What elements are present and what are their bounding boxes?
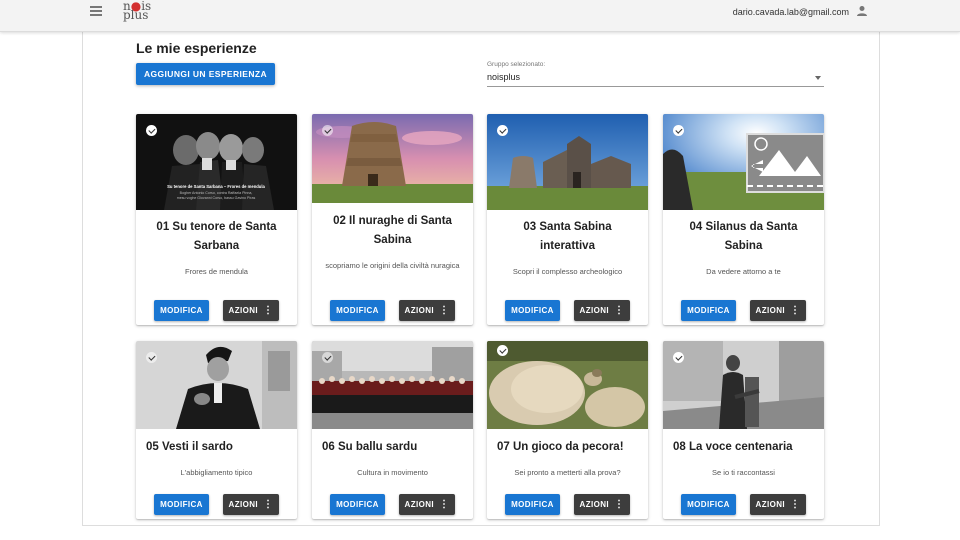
more-vert-icon: ⋮	[439, 305, 450, 316]
chevron-down-icon	[815, 76, 821, 80]
more-vert-icon: ⋮	[614, 499, 625, 510]
actions-button[interactable]: AZIONI ⋮	[574, 494, 630, 515]
edit-button[interactable]: MODIFICA	[681, 494, 736, 515]
experience-card: Su tenore de Santa Sarbana – Frores de m…	[136, 114, 297, 325]
app-toolbar: n●is plus dario.cavada.lab@gmail.com	[0, 0, 960, 32]
image-caption-line2: Bogher Antonio Corso, contra Raffaela Pi…	[180, 191, 253, 195]
card-title: 01 Su tenore de Santa Sarbana	[156, 221, 277, 252]
actions-label: AZIONI	[404, 306, 435, 315]
card-subtitle: Scopri il complesso archeologico	[512, 267, 623, 276]
more-vert-icon: ⋮	[439, 499, 450, 510]
card-image	[136, 341, 297, 429]
actions-label: AZIONI	[404, 500, 435, 509]
actions-label: AZIONI	[755, 500, 786, 509]
menu-icon[interactable]	[90, 6, 102, 16]
selected-check-icon[interactable]	[146, 352, 157, 363]
actions-button[interactable]: AZIONI ⋮	[574, 300, 630, 321]
more-vert-icon: ⋮	[614, 305, 625, 316]
edit-button[interactable]: MODIFICA	[505, 300, 560, 321]
more-vert-icon: ⋮	[263, 499, 274, 510]
account-icon[interactable]	[856, 5, 868, 17]
card-image	[312, 341, 473, 429]
experience-card: 07 Un gioco da pecora! Sei pronto a mett…	[487, 341, 648, 519]
actions-label: AZIONI	[579, 500, 610, 509]
card-subtitle: scopriamo le origini della civiltà nurag…	[325, 261, 460, 270]
edit-button[interactable]: MODIFICA	[330, 494, 385, 515]
card-image	[487, 341, 648, 429]
page-title: Le mie esperienze	[136, 40, 257, 56]
edit-button[interactable]: MODIFICA	[505, 494, 560, 515]
selected-check-icon[interactable]	[497, 345, 508, 356]
card-title: 07 Un gioco da pecora!	[497, 441, 624, 453]
actions-label: AZIONI	[755, 306, 786, 315]
add-experience-button[interactable]: AGGIUNGI UN ESPERIENZA	[136, 63, 275, 85]
card-title: 02 Il nuraghe di Santa Sabina	[333, 215, 452, 246]
edit-button[interactable]: MODIFICA	[681, 300, 736, 321]
selected-check-icon[interactable]	[673, 352, 684, 363]
actions-button[interactable]: AZIONI ⋮	[750, 494, 806, 515]
selected-check-icon[interactable]	[497, 125, 508, 136]
card-subtitle: L'abbigliamento tipico	[180, 468, 253, 477]
group-select[interactable]: noisplus	[487, 70, 824, 87]
group-label: Gruppo selezionato:	[487, 61, 546, 68]
logo-bottom: plus	[123, 8, 149, 22]
card-title: 04 Silanus da Santa Sabina	[689, 221, 798, 252]
actions-button[interactable]: AZIONI ⋮	[223, 300, 279, 321]
selected-check-icon[interactable]	[322, 352, 333, 363]
card-subtitle: Cultura in movimento	[357, 468, 428, 477]
more-vert-icon: ⋮	[263, 305, 274, 316]
more-vert-icon: ⋮	[790, 305, 801, 316]
card-image: Su tenore de Santa Sarbana – Frores de m…	[136, 114, 297, 210]
card-subtitle: Se io ti raccontassi	[712, 468, 775, 477]
selected-check-icon[interactable]	[673, 125, 684, 136]
actions-button[interactable]: AZIONI ⋮	[750, 300, 806, 321]
card-image	[663, 341, 824, 429]
card-subtitle: Da vedere attorno a te	[706, 267, 781, 276]
selected-check-icon[interactable]	[146, 125, 157, 136]
actions-label: AZIONI	[579, 306, 610, 315]
actions-label: AZIONI	[228, 500, 259, 509]
card-title: 03 Santa Sabina interattiva	[523, 221, 612, 252]
group-select-value: noisplus	[487, 72, 521, 82]
actions-button[interactable]: AZIONI ⋮	[399, 494, 455, 515]
card-subtitle: Sei pronto a metterti alla prova?	[514, 468, 621, 477]
card-title: 06 Su ballu sardu	[322, 441, 418, 453]
edit-button[interactable]: MODIFICA	[154, 494, 209, 515]
main-panel: Le mie esperienze AGGIUNGI UN ESPERIENZA…	[82, 31, 880, 526]
actions-button[interactable]: AZIONI ⋮	[399, 300, 455, 321]
image-caption-line3: mesu voghe Giovanni Corso, bassu Gavino …	[177, 196, 256, 200]
card-image	[312, 114, 473, 203]
card-image	[487, 114, 648, 210]
experience-card: 03 Santa Sabina interattiva Scopri il co…	[487, 114, 648, 325]
card-image	[663, 114, 824, 210]
experience-card: 02 Il nuraghe di Santa Sabina scopriamo …	[312, 114, 473, 325]
actions-label: AZIONI	[228, 306, 259, 315]
card-title: 08 La voce centenaria	[673, 441, 793, 453]
edit-button[interactable]: MODIFICA	[154, 300, 209, 321]
experience-card: 06 Su ballu sardu Cultura in movimento M…	[312, 341, 473, 519]
experience-card: 05 Vesti il sardo L'abbigliamento tipico…	[136, 341, 297, 519]
card-title: 05 Vesti il sardo	[146, 441, 233, 453]
more-vert-icon: ⋮	[790, 499, 801, 510]
card-subtitle: Frores de mendula	[185, 267, 248, 276]
experience-card: 08 La voce centenaria Se io ti raccontas…	[663, 341, 824, 519]
actions-button[interactable]: AZIONI ⋮	[223, 494, 279, 515]
experience-card: 04 Silanus da Santa Sabina Da vedere att…	[663, 114, 824, 325]
user-email: dario.cavada.lab@gmail.com	[732, 7, 849, 17]
selected-check-icon[interactable]	[322, 125, 333, 136]
image-caption-line1: Su tenore de Santa Sarbana – Frores de m…	[167, 184, 265, 189]
logo[interactable]: n●is plus	[123, 0, 151, 22]
edit-button[interactable]: MODIFICA	[330, 300, 385, 321]
